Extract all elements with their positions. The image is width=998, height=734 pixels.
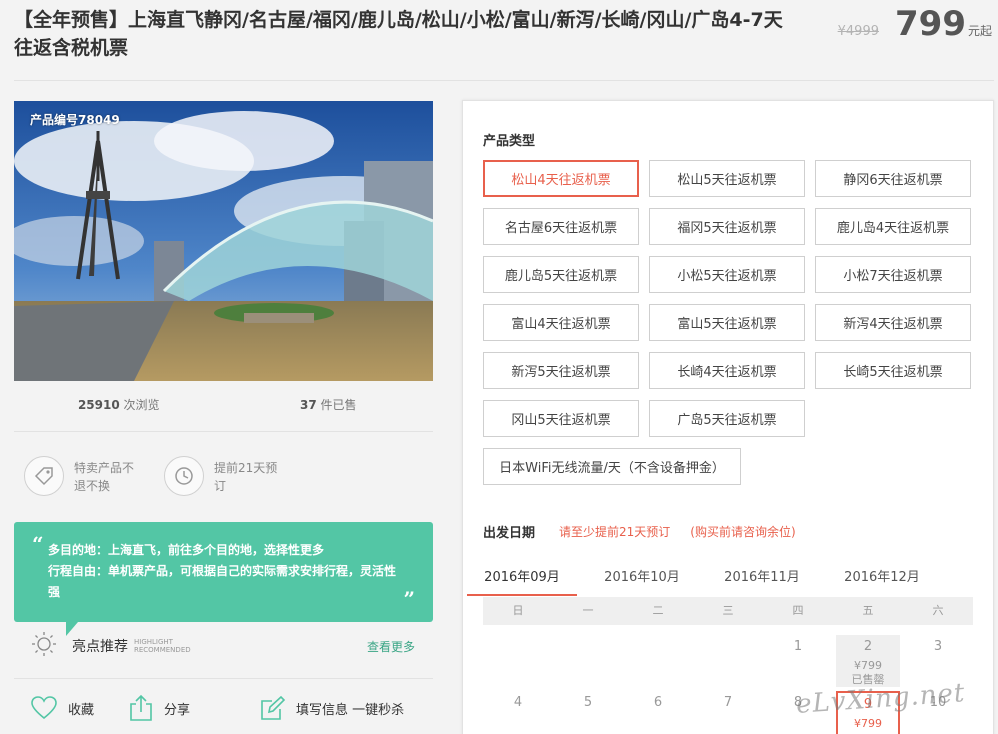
heart-icon	[31, 696, 57, 720]
product-option[interactable]: 长崎5天往返机票	[815, 352, 971, 389]
calendar-day: 6	[626, 691, 690, 734]
product-option[interactable]: 松山5天往返机票	[649, 160, 805, 197]
calendar-day: 5	[556, 691, 620, 734]
day-number: 5	[583, 695, 593, 710]
day-number: 4	[513, 695, 523, 710]
product-option[interactable]: 松山4天往返机票	[483, 160, 639, 197]
day-number: 2	[863, 639, 873, 654]
intro-line-1: 多目的地：上海直飞，前往多个目的地，选择性更多	[48, 543, 325, 557]
share-icon	[130, 694, 152, 721]
calendar-day: 4	[486, 691, 550, 734]
calendar-day: 1	[766, 635, 830, 687]
product-option[interactable]: 富山5天往返机票	[649, 304, 805, 341]
product-photo: 产品编号78049	[14, 101, 433, 381]
view-more-link[interactable]: 查看更多	[367, 638, 415, 655]
tag-icon	[24, 456, 64, 496]
sold-count: 37 件已售	[299, 398, 357, 412]
month-tab[interactable]: 2016年11月	[707, 568, 817, 596]
date-note: 请至少提前21天预订 (购买前请咨询余位)	[559, 525, 796, 539]
highlight-subtitle: HIGHLIGHT RECOMMENDED	[134, 638, 191, 654]
quote-close-icon: ”	[403, 587, 415, 611]
product-option[interactable]: 冈山5天往返机票	[483, 400, 639, 437]
clock-icon	[164, 456, 204, 496]
month-tab[interactable]: 2016年09月	[467, 568, 577, 596]
policy-no-refund: 特卖产品不退不换	[24, 456, 164, 496]
weekday-header: 日一二三四五六	[483, 597, 973, 625]
month-tab[interactable]: 2016年10月	[587, 568, 697, 596]
policy-list: 特卖产品不退不换 提前21天预订	[24, 456, 304, 496]
title-divider	[14, 80, 994, 81]
divider	[14, 678, 433, 679]
product-option[interactable]: 静冈6天往返机票	[815, 160, 971, 197]
intro-line-2: 行程自由：单机票产品，可根据自己的实际需求安排行程，灵活性强	[48, 564, 397, 599]
product-option[interactable]: 长崎4天往返机票	[649, 352, 805, 389]
weekday-label: 五	[862, 604, 874, 617]
stats-bar: 25910 次浏览 37 件已售	[14, 396, 433, 413]
original-price: ¥4999	[837, 24, 879, 39]
product-option[interactable]: 小松5天往返机票	[649, 256, 805, 293]
current-price: 799	[895, 4, 966, 44]
calendar-day[interactable]: 2 ¥799 已售罄	[836, 635, 900, 687]
product-option[interactable]: 新泻5天往返机票	[483, 352, 639, 389]
product-option[interactable]: 广岛5天往返机票	[649, 400, 805, 437]
divider	[14, 431, 433, 432]
share-button[interactable]: 分享	[128, 694, 190, 722]
product-option[interactable]: 鹿儿岛5天往返机票	[483, 256, 639, 293]
price-box: ¥4999 799 元起	[838, 4, 992, 44]
view-count: 25910 次浏览	[77, 398, 160, 412]
action-bar: 收藏 分享 填写信息 一键秒杀	[30, 694, 404, 722]
policy-book-ahead: 提前21天预订	[164, 456, 304, 496]
product-title: 【全年预售】上海直飞静冈/名古屋/福冈/鹿儿岛/松山/小松/富山/新泻/长崎/冈…	[14, 9, 783, 59]
day-number: 6	[653, 695, 663, 710]
product-option[interactable]: 福冈5天往返机票	[649, 208, 805, 245]
weekday-label: 四	[792, 604, 804, 617]
weekday-label: 六	[932, 604, 944, 617]
quote-open-icon: “	[32, 532, 44, 556]
day-number: 3	[933, 639, 943, 654]
product-option[interactable]: 新泻4天往返机票	[815, 304, 971, 341]
product-option[interactable]: 鹿儿岛4天往返机票	[815, 208, 971, 245]
day-price: ¥799	[854, 717, 882, 730]
weekday-label: 三	[722, 604, 734, 617]
day-number: 7	[723, 695, 733, 710]
day-price: ¥799	[854, 659, 882, 672]
day-number: 1	[793, 639, 803, 654]
product-option[interactable]: 名古屋6天往返机票	[483, 208, 639, 245]
weekday-label: 一	[582, 604, 594, 617]
fill-info-button[interactable]: 填写信息 一键秒杀	[260, 695, 404, 721]
edit-icon	[261, 695, 286, 720]
product-type-label: 产品类型	[483, 134, 536, 149]
product-option[interactable]: 富山4天往返机票	[483, 304, 639, 341]
product-option[interactable]: 小松7天往返机票	[815, 256, 971, 293]
product-number: 产品编号78049	[30, 113, 120, 127]
intro-bubble: “ 多目的地：上海直飞，前往多个目的地，选择性更多 行程自由：单机票产品，可根据…	[14, 522, 433, 636]
sun-icon	[30, 630, 58, 662]
favorite-button[interactable]: 收藏	[30, 695, 94, 721]
month-tab[interactable]: 2016年12月	[827, 568, 937, 596]
highlight-bar: 亮点推荐 HIGHLIGHT RECOMMENDED 查看更多	[30, 630, 415, 662]
weekday-label: 二	[652, 604, 664, 617]
month-tabs: 2016年09月 2016年10月 2016年11月 2016年12月	[467, 568, 973, 596]
highlight-title: 亮点推荐	[72, 639, 128, 655]
product-option[interactable]: 日本WiFi无线流量/天（不含设备押金）	[483, 448, 741, 485]
calendar-day: 7	[696, 691, 760, 734]
weekday-label: 日	[512, 604, 524, 617]
booking-panel: 产品类型 松山4天往返机票 松山5天往返机票 静冈6天往返机票名古屋6天往返机票 福冈…	[462, 100, 994, 734]
departure-date-label: 出发日期	[483, 526, 536, 541]
price-unit: 元起	[967, 24, 992, 38]
